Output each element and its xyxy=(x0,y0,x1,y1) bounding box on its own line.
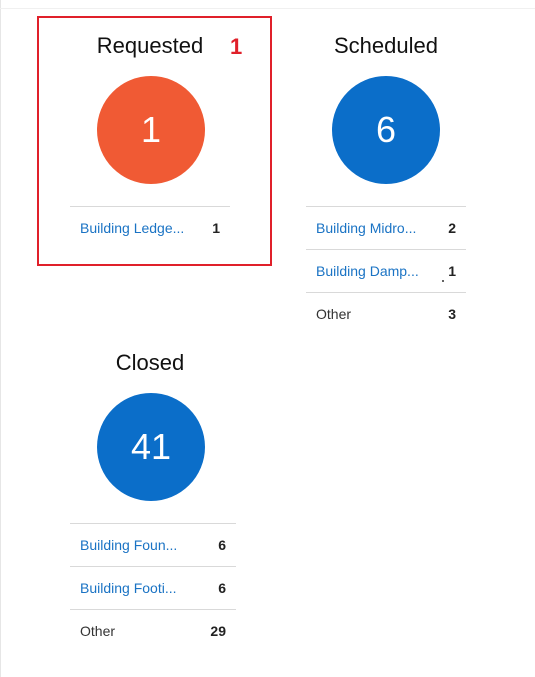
card-title: Scheduled xyxy=(334,33,438,58)
list-item-name: Other xyxy=(80,623,116,639)
breakdown-list: Building Midro... 2 Building Damp... 1 O… xyxy=(306,206,466,335)
breakdown-list: Building Foun... 6 Building Footi... 6 O… xyxy=(70,523,236,652)
list-item[interactable]: Building Damp... 1 xyxy=(306,249,466,292)
list-item-count: 6 xyxy=(218,580,226,596)
list-item-count: 1 xyxy=(448,263,456,279)
annotation-number: 1 xyxy=(230,34,243,59)
list-item-name[interactable]: Building Damp... xyxy=(316,263,419,279)
list-item[interactable]: Building Footi... 6 xyxy=(70,566,236,609)
card-scheduled: Scheduled 6 Building Midro... 2 Building… xyxy=(300,0,535,340)
count-circle[interactable]: 6 xyxy=(332,76,440,184)
list-item-count: 29 xyxy=(210,623,226,639)
list-item-count: 2 xyxy=(448,220,456,236)
list-item-count: 6 xyxy=(218,537,226,553)
card-closed: Closed 41 Building Foun... 6 Building Fo… xyxy=(0,340,300,660)
card-title: Closed xyxy=(115,350,185,375)
list-item[interactable]: Building Midro... 2 xyxy=(306,206,466,249)
list-item[interactable]: Building Foun... 6 xyxy=(70,523,236,566)
list-item: Other 3 xyxy=(306,292,466,335)
list-item: Other 29 xyxy=(70,609,236,652)
list-item-name[interactable]: Building Footi... xyxy=(80,580,177,596)
count-circle[interactable]: 41 xyxy=(97,393,205,501)
list-item-name: Other xyxy=(316,306,352,322)
list-item-name[interactable]: Building Midro... xyxy=(316,220,416,236)
list-item-name[interactable]: Building Foun... xyxy=(80,537,177,553)
list-item-count: 3 xyxy=(448,306,456,322)
cursor-dot xyxy=(442,280,444,282)
